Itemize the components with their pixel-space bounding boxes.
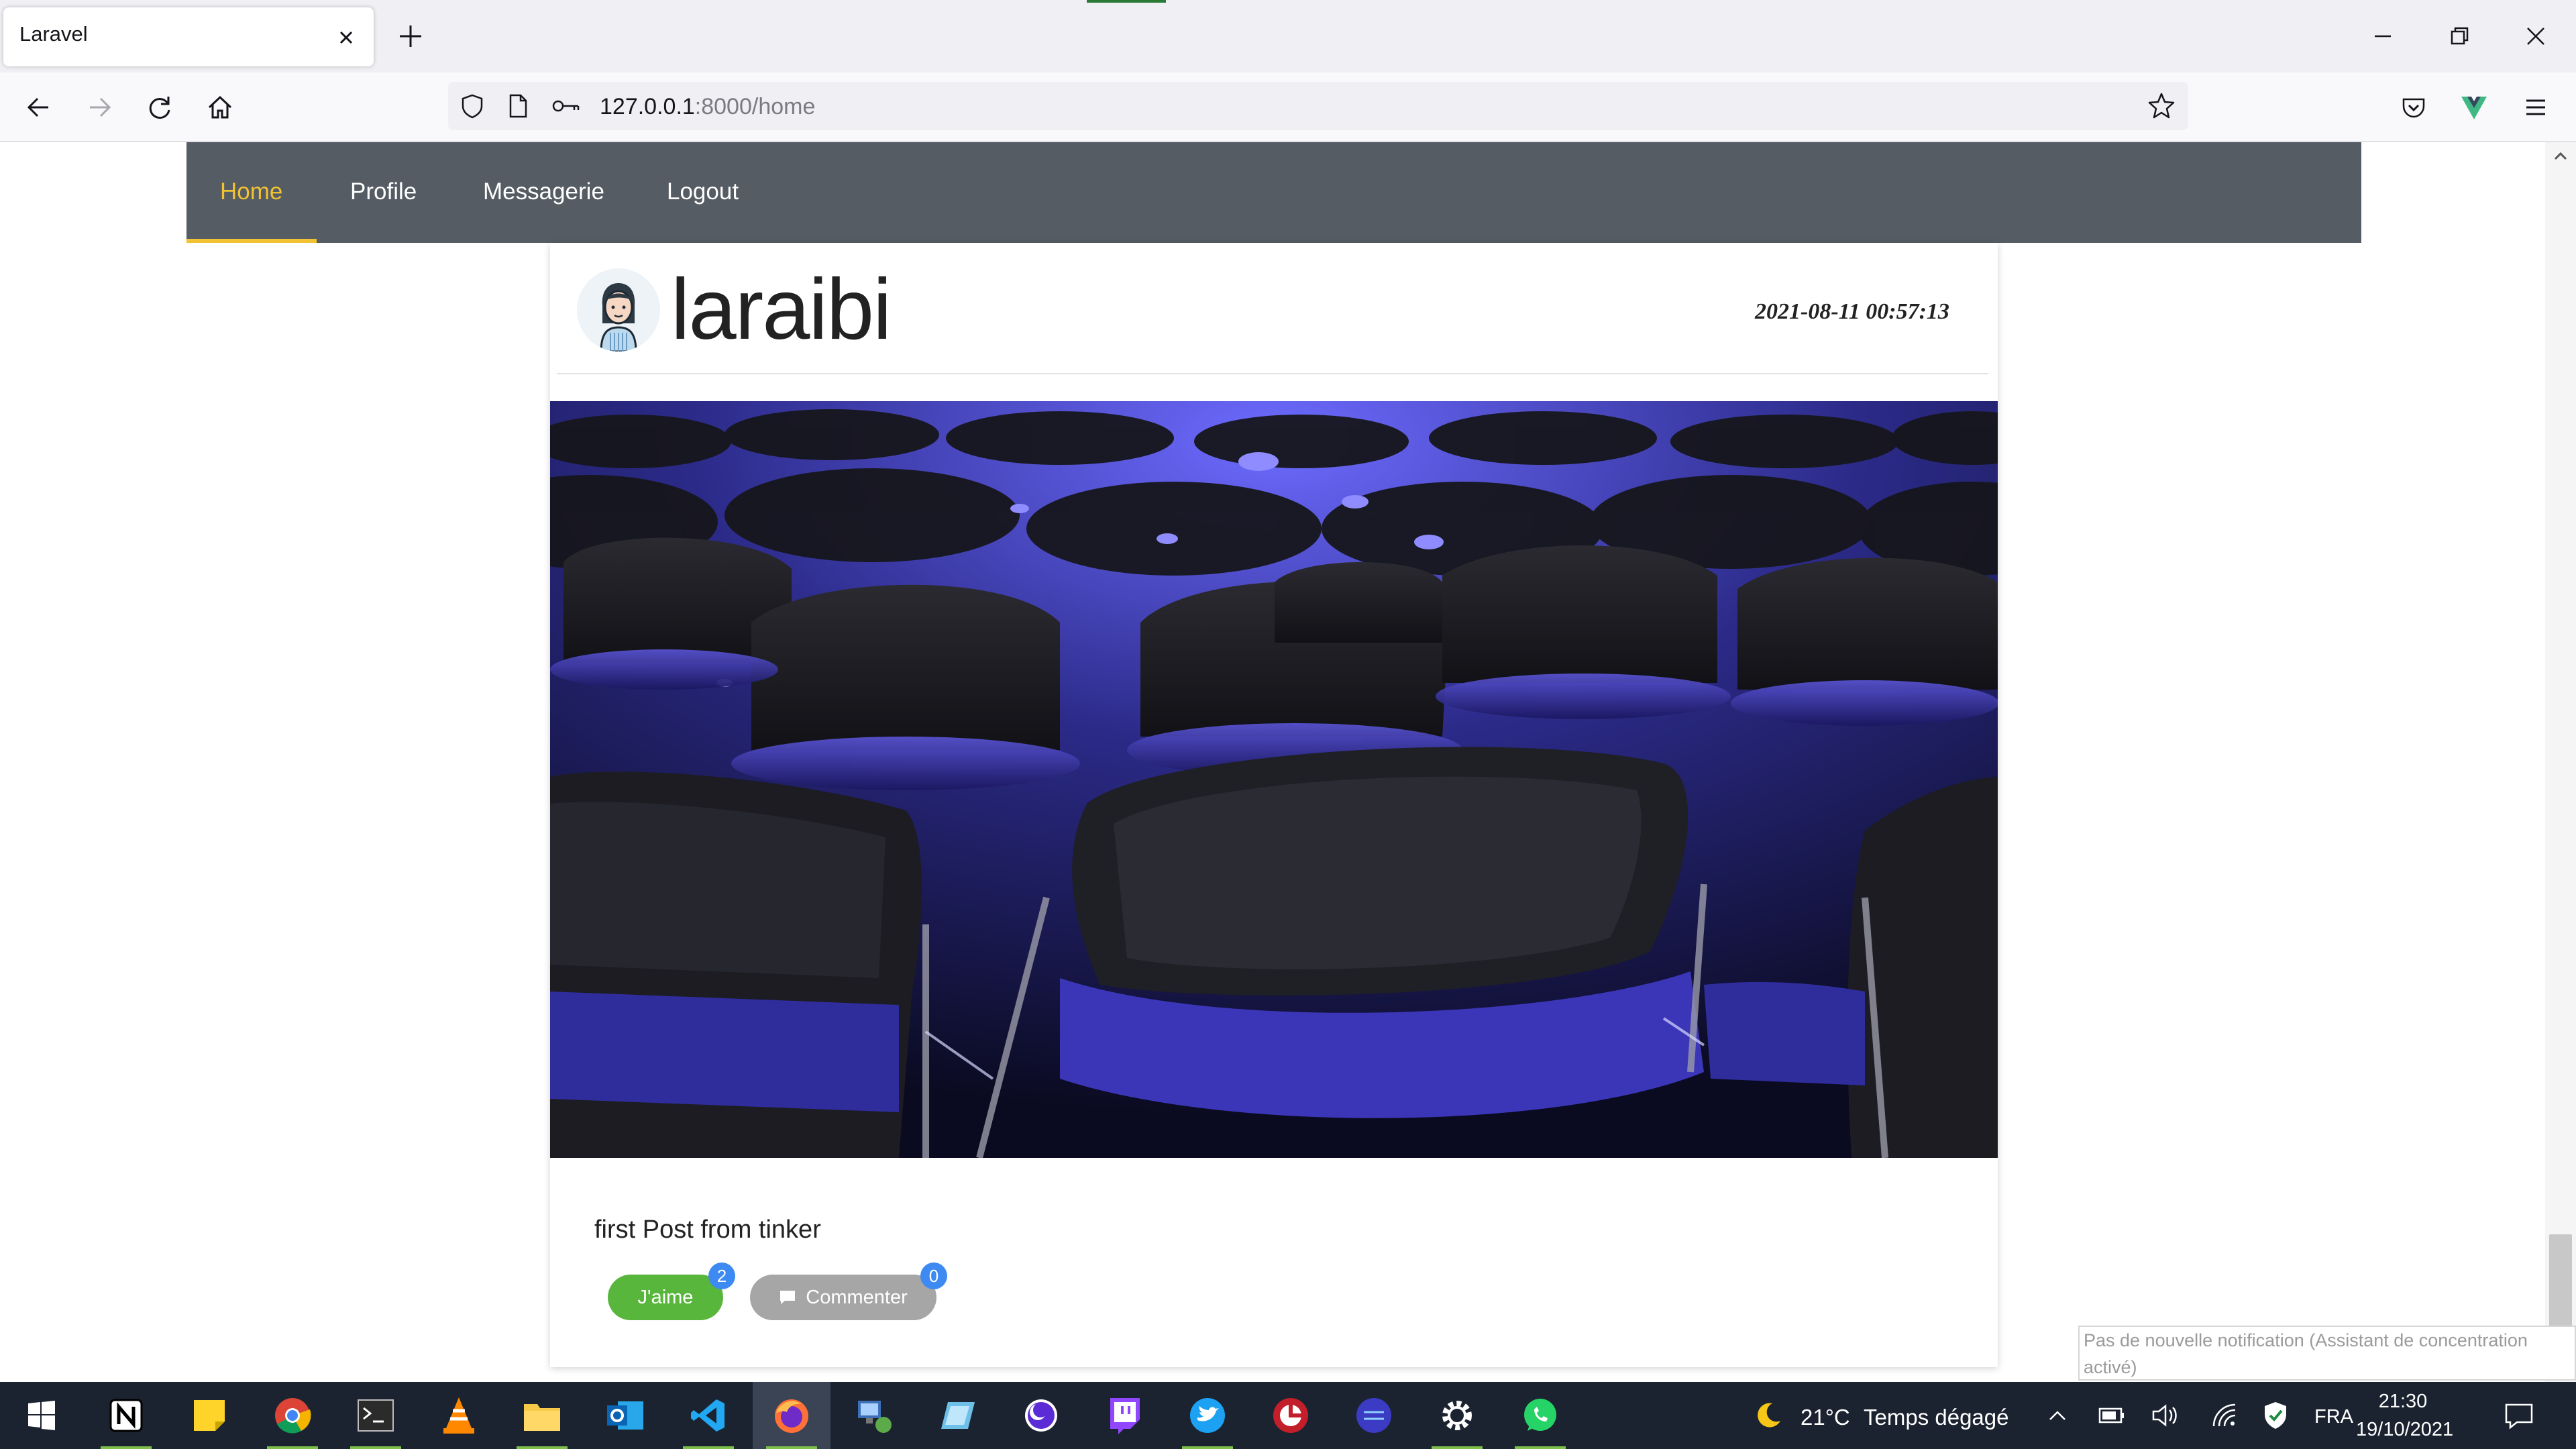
reload-icon[interactable]: [144, 91, 176, 123]
weather-description[interactable]: Temps dégagé: [1864, 1405, 2008, 1430]
twitch-icon[interactable]: [1085, 1382, 1163, 1449]
running-indicator: [517, 1446, 568, 1449]
post-timestamp: 2021-08-11 00:57:13: [1755, 299, 1949, 324]
weather-temperature[interactable]: 21°C: [1801, 1405, 1850, 1430]
twitter-icon[interactable]: [1169, 1382, 1246, 1449]
page-icon[interactable]: [503, 91, 533, 121]
key-icon[interactable]: [549, 91, 582, 121]
network-tool-icon[interactable]: [836, 1382, 914, 1449]
battery-icon[interactable]: [2097, 1402, 2127, 1429]
tab-close-icon[interactable]: [333, 25, 359, 50]
volume-icon[interactable]: [2151, 1402, 2180, 1429]
security-shield-icon[interactable]: [2262, 1401, 2289, 1430]
app-navbar: Home Profile Messagerie Logout: [186, 142, 2361, 243]
settings-gear-icon[interactable]: [1418, 1382, 1496, 1449]
url-path: :8000/home: [694, 94, 816, 119]
browser-tab[interactable]: Laravel: [3, 7, 374, 66]
windows-taskbar: 21°C Temps dégagé FRA 21:30 19/10/2021: [0, 1382, 2576, 1449]
whatsapp-icon[interactable]: [1501, 1382, 1579, 1449]
back-arrow-icon[interactable]: [23, 91, 55, 123]
avatar[interactable]: [577, 268, 660, 352]
clock-time: 21:30: [2378, 1391, 2428, 1412]
input-language[interactable]: FRA: [2314, 1406, 2353, 1428]
url-host: 127.0.0.1: [600, 94, 695, 119]
forward-arrow-icon[interactable]: [83, 91, 115, 123]
moon-app-icon[interactable]: [1002, 1382, 1080, 1449]
bookmark-star-icon[interactable]: [2145, 90, 2178, 122]
comment-button-label: Commenter: [806, 1286, 908, 1308]
page-scrollbar[interactable]: [2545, 142, 2576, 1382]
minimize-window-icon[interactable]: [2367, 20, 2399, 52]
tab-title: Laravel: [19, 22, 88, 46]
terminal-icon[interactable]: [337, 1382, 415, 1449]
chevron-up-icon[interactable]: [2046, 1405, 2069, 1428]
shield-icon[interactable]: [458, 91, 487, 121]
url-text[interactable]: 127.0.0.1:8000/home: [600, 94, 815, 120]
iptv-icon[interactable]: [1335, 1382, 1413, 1449]
pocket-icon[interactable]: [2398, 91, 2430, 123]
action-center-icon[interactable]: [2504, 1401, 2534, 1432]
clock-date: 19/10/2021: [2356, 1419, 2454, 1440]
card-divider: [557, 373, 1988, 374]
running-indicator: [1182, 1446, 1233, 1449]
post-card: laraibi 2021-08-11 00:57:13 first Post f…: [550, 243, 1998, 1367]
running-indicator: [683, 1446, 734, 1449]
vscode-icon[interactable]: [669, 1382, 747, 1449]
file-explorer-icon[interactable]: [503, 1382, 581, 1449]
sticky-notes-icon[interactable]: [170, 1382, 248, 1449]
browser-tab-bar: Laravel: [0, 0, 2576, 72]
post-image: [550, 401, 1998, 1158]
scroll-up-arrow-icon[interactable]: [2552, 148, 2569, 165]
nav-messagerie-link[interactable]: Messagerie: [483, 178, 604, 205]
comment-icon: [779, 1289, 796, 1305]
outlook-icon[interactable]: [586, 1382, 664, 1449]
running-indicator: [101, 1446, 152, 1449]
like-count-badge: 2: [708, 1263, 735, 1289]
running-indicator: [1515, 1446, 1566, 1449]
address-bar[interactable]: 127.0.0.1:8000/home: [448, 82, 2188, 130]
red-app-icon[interactable]: [1252, 1382, 1330, 1449]
vue-devtools-icon[interactable]: [2458, 91, 2490, 123]
nav-logout-link[interactable]: Logout: [667, 178, 739, 205]
firefox-icon[interactable]: [753, 1382, 830, 1449]
comment-button[interactable]: Commenter: [750, 1275, 936, 1320]
like-button[interactable]: J'aime: [608, 1275, 723, 1320]
nav-home-link[interactable]: Home: [220, 178, 282, 205]
nav-profile-link[interactable]: Profile: [350, 178, 417, 205]
menu-icon[interactable]: [2520, 91, 2552, 123]
notification-tooltip: Pas de nouvelle notification (Assistant …: [2078, 1326, 2576, 1381]
nav-active-underline: [186, 239, 317, 243]
post-content: first Post from tinker: [594, 1216, 821, 1244]
new-tab-button[interactable]: [396, 21, 425, 51]
running-indicator: [350, 1446, 401, 1449]
close-window-icon[interactable]: [2520, 20, 2552, 52]
running-indicator: [267, 1446, 318, 1449]
comment-count-badge: 0: [920, 1263, 947, 1289]
windows-start-icon[interactable]: [3, 1382, 80, 1449]
wifi-icon[interactable]: [2211, 1402, 2238, 1429]
weather-moon-icon[interactable]: [1752, 1399, 1784, 1432]
chrome-icon[interactable]: [254, 1382, 331, 1449]
snipping-tool-icon[interactable]: [919, 1382, 997, 1449]
notion-icon[interactable]: [87, 1382, 165, 1449]
tab-indicator: [1087, 0, 1166, 3]
home-icon[interactable]: [204, 91, 236, 123]
post-author-name[interactable]: laraibi: [671, 267, 892, 353]
vlc-icon[interactable]: [420, 1382, 498, 1449]
running-indicator: [766, 1446, 817, 1449]
system-clock[interactable]: 21:30 19/10/2021: [2356, 1387, 2454, 1444]
restore-window-icon[interactable]: [2443, 20, 2475, 52]
browser-toolbar: 127.0.0.1:8000/home: [0, 72, 2576, 142]
running-indicator: [1432, 1446, 1483, 1449]
